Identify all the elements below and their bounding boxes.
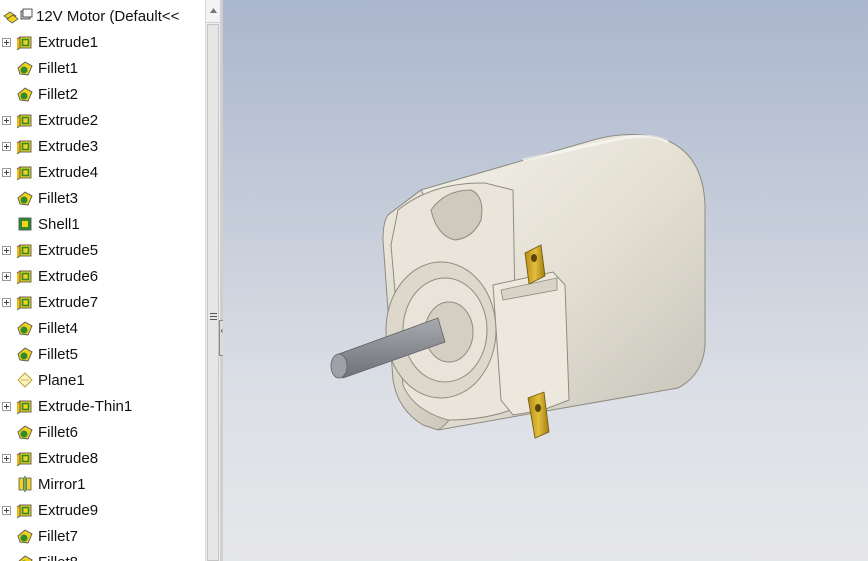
tree-item-label: Extrude2	[38, 111, 99, 129]
expand-icon[interactable]	[2, 245, 11, 255]
expand-icon[interactable]	[2, 297, 11, 307]
tree-item-extrude9[interactable]: Extrude9	[0, 497, 205, 523]
fillet-icon	[17, 191, 33, 206]
fillet-icon	[17, 425, 33, 440]
fillet-icon	[17, 87, 33, 102]
expand-icon[interactable]	[2, 167, 11, 177]
tree-item-label: Fillet3	[38, 189, 79, 207]
expand-icon[interactable]	[2, 141, 11, 151]
tree-item-shell1[interactable]: Shell1	[0, 211, 205, 237]
tree-item-label: Extrude7	[38, 293, 99, 311]
tree-item-label: Mirror1	[38, 475, 86, 493]
arrow-up-icon	[210, 8, 217, 13]
extrude-icon	[16, 36, 32, 51]
extrude-icon	[16, 166, 32, 181]
extrude-icon	[16, 296, 32, 311]
expand-icon[interactable]	[2, 115, 11, 125]
tree-item-label: Extrude8	[38, 449, 99, 467]
tree-item-extrude-thin1[interactable]: Extrude-Thin1	[0, 393, 205, 419]
tree-item-fillet7[interactable]: Fillet7	[0, 523, 205, 549]
expand-icon[interactable]	[2, 505, 11, 515]
extrude-icon	[16, 140, 32, 155]
extrude-icon	[16, 114, 32, 129]
tree-item-label: Extrude9	[38, 501, 99, 519]
extrude-icon	[16, 452, 32, 467]
tree-item-label: Extrude-Thin1	[38, 397, 133, 415]
tree-item-label: Fillet5	[38, 345, 79, 363]
tree-scrollbar[interactable]	[205, 0, 221, 561]
expand-icon[interactable]	[2, 401, 11, 411]
tree-item-extrude2[interactable]: Extrude2	[0, 107, 205, 133]
tree-item-extrude8[interactable]: Extrude8	[0, 445, 205, 471]
tree-item-label: Fillet8	[38, 554, 78, 561]
expand-icon[interactable]	[2, 453, 11, 463]
scroll-up-button[interactable]	[206, 0, 221, 23]
graphics-area[interactable]	[223, 0, 868, 561]
tree-item-label: Fillet2	[38, 85, 79, 103]
tree-root-label: 12V Motor (Default<<	[36, 7, 180, 25]
tree-item-label: Extrude1	[38, 33, 99, 51]
fillet-icon	[18, 555, 33, 561]
tree-item-fillet1[interactable]: Fillet1	[0, 55, 205, 81]
tree-item-label: Shell1	[38, 215, 80, 233]
tree-item-label: Fillet6	[38, 423, 79, 441]
part-icon	[3, 8, 33, 24]
extrude-icon	[16, 244, 32, 259]
tree-item-extrude1[interactable]: Extrude1	[0, 29, 205, 55]
extrude-icon	[16, 400, 32, 415]
extrude-icon	[16, 270, 32, 285]
feature-manager-tree: 12V Motor (Default<< Extrude1 Fillet1 Fill…	[0, 0, 205, 561]
tree-item-fillet8[interactable]: Fillet8	[0, 549, 205, 561]
tree-item-extrude4[interactable]: Extrude4	[0, 159, 205, 185]
tree-item-label: Fillet1	[38, 59, 79, 77]
extrude-icon	[16, 504, 32, 519]
fillet-icon	[17, 347, 33, 362]
motor-model	[330, 133, 706, 439]
tree-item-fillet3[interactable]: Fillet3	[0, 185, 205, 211]
expand-icon[interactable]	[2, 271, 11, 281]
tree-item-label: Fillet4	[38, 319, 79, 337]
tree-item-fillet4[interactable]: Fillet4	[0, 315, 205, 341]
tree-item-label: Extrude3	[38, 137, 99, 155]
tree-item-extrude6[interactable]: Extrude6	[0, 263, 205, 289]
tree-item-extrude3[interactable]: Extrude3	[0, 133, 205, 159]
scroll-thumb[interactable]	[207, 24, 219, 561]
grip-icon	[210, 313, 217, 322]
fillet-icon	[17, 321, 33, 336]
tree-item-fillet5[interactable]: Fillet5	[0, 341, 205, 367]
tree-item-extrude7[interactable]: Extrude7	[0, 289, 205, 315]
tree-item-label: Extrude4	[38, 163, 99, 181]
tree-item-extrude5[interactable]: Extrude5	[0, 237, 205, 263]
tree-item-fillet2[interactable]: Fillet2	[0, 81, 205, 107]
fillet-icon	[17, 61, 33, 76]
mirror-icon	[18, 476, 32, 492]
tree-root-part[interactable]: 12V Motor (Default<<	[0, 3, 205, 29]
shaft-tip	[330, 353, 348, 379]
tree-item-plane1[interactable]: Plane1	[0, 367, 205, 393]
tree-item-fillet6[interactable]: Fillet6	[0, 419, 205, 445]
tree-item-label: Fillet7	[38, 527, 79, 545]
tree-item-label: Extrude5	[38, 241, 99, 259]
shell-icon	[18, 217, 32, 231]
tree-item-label: Plane1	[38, 371, 85, 389]
fillet-icon	[17, 529, 33, 544]
plane-icon	[17, 372, 33, 388]
tree-item-label: Extrude6	[38, 267, 99, 285]
expand-icon[interactable]	[2, 37, 11, 47]
tree-item-mirror1[interactable]: Mirror1	[0, 471, 205, 497]
